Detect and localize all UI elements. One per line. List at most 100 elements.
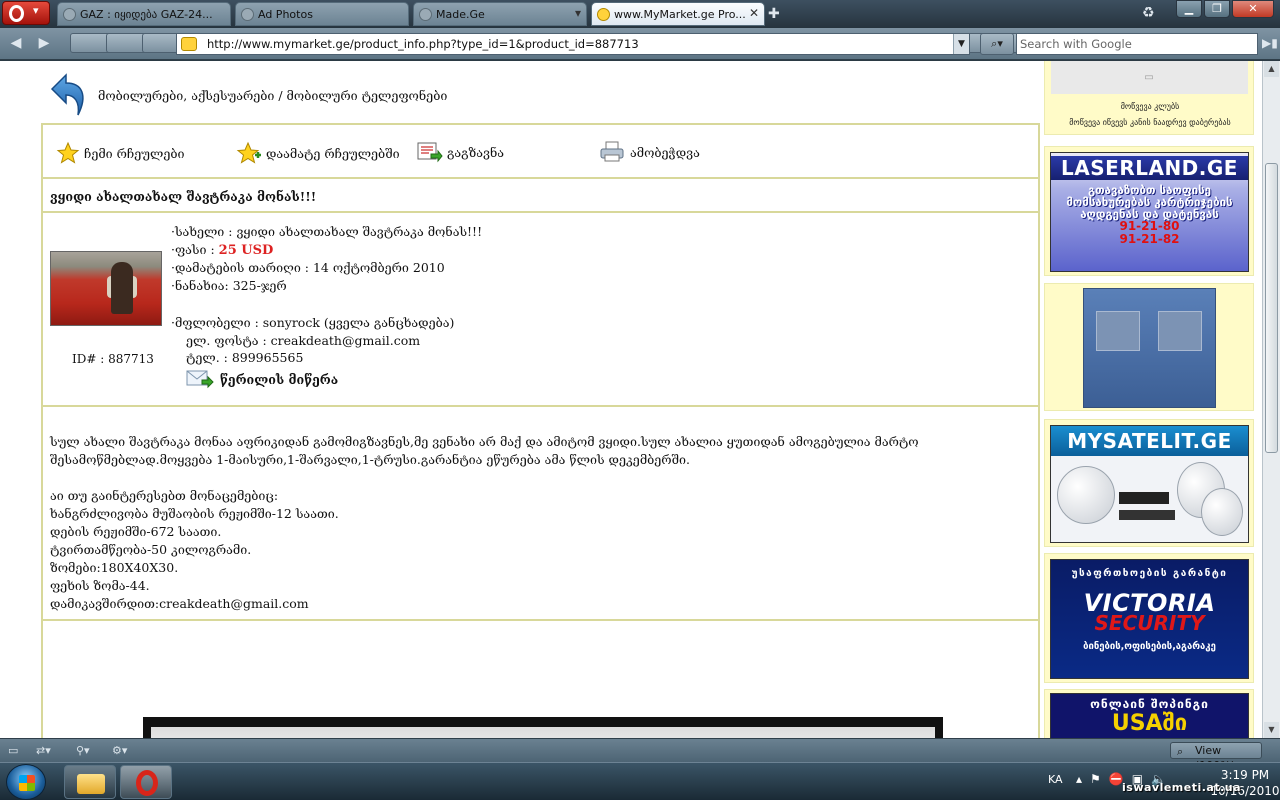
status-bar: ▭ ⇄▾ ⚲▾ ⚙▾ ⌕ View (100%) <box>0 738 1280 772</box>
views-line: ·ნანახია: 325-ჯერ <box>171 278 287 293</box>
scroll-down-icon[interactable]: ▼ <box>1264 722 1279 738</box>
write-letter-button[interactable]: წერილის მიწერა <box>186 369 338 389</box>
description-line: ზომები:180X40X30. <box>50 560 179 575</box>
ad-text: ბინების,ოფისების,აგარაკე <box>1083 641 1216 652</box>
back-arrow-icon[interactable] <box>44 71 92 119</box>
page-viewport: მობილურები, აქსესუარები / მობილური ტელეფ… <box>0 61 1262 738</box>
ad-screenshot[interactable] <box>1044 283 1254 411</box>
ad-caption: მოწვევა კლუბს <box>1120 102 1180 111</box>
close-tab-icon[interactable]: ✕ <box>749 6 759 20</box>
price-line: ·ფასი : 25 USD <box>171 242 274 258</box>
site-icon <box>181 37 197 51</box>
page-icon <box>63 8 76 21</box>
window-controls: ▁ ❐ ✕ <box>1176 0 1274 20</box>
name-line: ·სახელი : ვყიდი ახალთახალ შავტრაკა მონას… <box>171 224 483 239</box>
send-link[interactable]: გაგზავნა <box>417 141 504 163</box>
tab-mymarket[interactable]: www.MyMarket.ge Pro... ✕ <box>591 2 765 26</box>
panel-icon[interactable]: ▭ <box>8 742 18 759</box>
ad-caption: მოწვევა იწვევს კანის ნაადრევ დაბერებას <box>1069 118 1231 127</box>
ad-online-shopping[interactable]: ონლაინ შოპინგი USAში <box>1044 689 1254 738</box>
ad-brand: USAში <box>1111 711 1188 736</box>
description-line: დამიკავშირდით:creakdeath@gmail.com <box>50 596 309 611</box>
print-link[interactable]: ამობეჭდვა <box>600 141 700 163</box>
panel-toggle-icon[interactable]: ▶▮ <box>1262 36 1278 50</box>
chevron-down-icon[interactable]: ▼ <box>953 34 969 54</box>
ad-mysatelit[interactable]: MYSATELIT.GE <box>1044 419 1254 547</box>
taskbar-explorer[interactable] <box>64 765 116 799</box>
scroll-thumb[interactable] <box>1265 163 1278 453</box>
chevron-down-icon[interactable]: ▾ <box>575 6 581 20</box>
product-info-box: ID# : 887713 ·სახელი : ვყიდი ახალთახალ შ… <box>41 211 1040 407</box>
navigation-bar: ◀ ▶ ◁◁ ↻ ⌂ ▼ ⌕▾ ▶▮ <box>0 28 1280 60</box>
ad-brand: LASERLAND.GE <box>1051 156 1248 180</box>
receiver-icon <box>1119 492 1169 504</box>
folder-icon <box>77 774 105 794</box>
name-value: ვყიდი ახალთახალ შავტრაკა მონას!!! <box>236 224 483 239</box>
price-value: 25 USD <box>218 243 274 258</box>
tab-gaz[interactable]: GAZ : იყიდება GAZ-24... <box>57 2 231 26</box>
back-icon[interactable]: ◀ <box>4 33 28 53</box>
url-input[interactable] <box>207 36 947 52</box>
search-input[interactable] <box>1017 34 1257 54</box>
description-text: სულ ახალი შავტრაკა მონაა აფრიკიდან გამომ… <box>50 433 1034 613</box>
star-add-icon <box>236 141 261 164</box>
description-line: აი თუ გაინტერესებთ მონაცემებიც: <box>50 488 279 503</box>
star-icon <box>56 141 80 164</box>
close-window-button[interactable]: ✕ <box>1232 0 1274 18</box>
owner-line[interactable]: ·მფლობელი : sonyrock (ყველა განცხადება) <box>171 315 454 330</box>
description-box: სულ ახალი შავტრაკა მონაა აფრიკიდან გამომ… <box>41 405 1040 621</box>
start-button[interactable] <box>6 764 46 800</box>
search-box[interactable] <box>1016 33 1258 55</box>
scroll-up-icon[interactable]: ▲ <box>1264 61 1279 77</box>
minimize-button[interactable]: ▁ <box>1176 0 1202 18</box>
forward-icon[interactable]: ▶ <box>32 33 56 53</box>
satellite-dish-icon <box>1057 466 1115 524</box>
tab-ad-photos[interactable]: Ad Photos <box>235 2 409 26</box>
trash-icon[interactable]: ♻ <box>1142 5 1155 21</box>
description-line: ტვირთამწეობა-50 კილოგრამი. <box>50 542 252 557</box>
opera-icon <box>136 770 158 796</box>
turbo-icon[interactable]: ⇄▾ <box>36 742 51 759</box>
date-line: ·დამატების თარიღი : 14 ოქტომბერი 2010 <box>171 260 445 275</box>
ad-phone: 91-21-82 <box>1119 232 1180 246</box>
ad-text: გთავაზობთ საოფისე მომსახურებას კარტრიჯებ… <box>1066 183 1233 221</box>
maximize-button[interactable]: ❐ <box>1204 0 1230 18</box>
breadcrumb-text[interactable]: მობილურები, აქსესუარები / მობილური ტელეფ… <box>98 88 447 103</box>
my-favorites-link[interactable]: ჩემი რჩეულები <box>56 141 184 165</box>
taskbar: KA ▴⚑⛔▣🔈 3:19 PM 10/16/2010 <box>0 762 1280 800</box>
ad-image <box>1083 288 1216 408</box>
vertical-scrollbar[interactable]: ▲ ▼ <box>1262 61 1280 738</box>
receiver-icon <box>1119 510 1175 520</box>
new-tab-button[interactable]: ✚ <box>768 6 780 22</box>
large-photo[interactable] <box>143 717 943 738</box>
zoom-control[interactable]: ⌕ View (100%) <box>1170 742 1262 772</box>
description-line: ფეხის ზომა-44. <box>50 578 150 593</box>
ad-title: ვყიდი ახალთახალ შავტრაკა მონას!!! <box>50 189 317 204</box>
taskbar-opera[interactable] <box>120 765 172 799</box>
opera-menu-button[interactable]: ▾ <box>2 1 50 25</box>
ad-brand-sub: SECURITY <box>1094 611 1205 635</box>
description-line: სულ ახალი შავტრაკა მონაა აფრიკიდან გამომ… <box>50 434 919 467</box>
unite-icon[interactable]: ⚲▾ <box>76 742 90 759</box>
envelope-icon <box>186 370 214 389</box>
ad-top-banner[interactable]: ▭ მოწვევა კლუბს მოწვევა იწვევს კანის ნაა… <box>1044 61 1254 135</box>
ad-image: ▭ <box>1051 61 1248 94</box>
add-to-favorites-link[interactable]: დაამატე რჩეულებში <box>236 141 400 165</box>
ad-brand: MYSATELIT.GE <box>1051 426 1248 456</box>
product-photo[interactable] <box>50 251 162 326</box>
page-icon <box>241 8 254 21</box>
language-indicator[interactable]: KA <box>1048 773 1063 786</box>
ad-victoria-security[interactable]: უსაფრთხოების გარანტი VICTORIA SECURITY ბ… <box>1044 553 1254 683</box>
ads-sidebar: ▭ მოწვევა კლუბს მოწვევა იწვევს კანის ნაა… <box>1043 61 1255 738</box>
tab-made-ge[interactable]: Made.Ge ▾ <box>413 2 587 26</box>
ad-tagline: ონლაინ შოპინგი <box>1090 697 1209 711</box>
search-engine-select[interactable]: ⌕▾ <box>980 33 1014 55</box>
ad-laserland[interactable]: LASERLAND.GE გთავაზობთ საოფისე მომსახურე… <box>1044 146 1254 276</box>
address-bar[interactable]: ▼ <box>176 33 970 55</box>
date-value: 14 ოქტომბერი 2010 <box>312 260 445 275</box>
title-box: ვყიდი ახალთახალ შავტრაკა მონას!!! <box>41 177 1040 213</box>
settings-icon[interactable]: ⚙▾ <box>112 742 127 759</box>
page-icon <box>419 8 432 21</box>
magnifier-icon: ⌕ <box>1177 745 1184 758</box>
